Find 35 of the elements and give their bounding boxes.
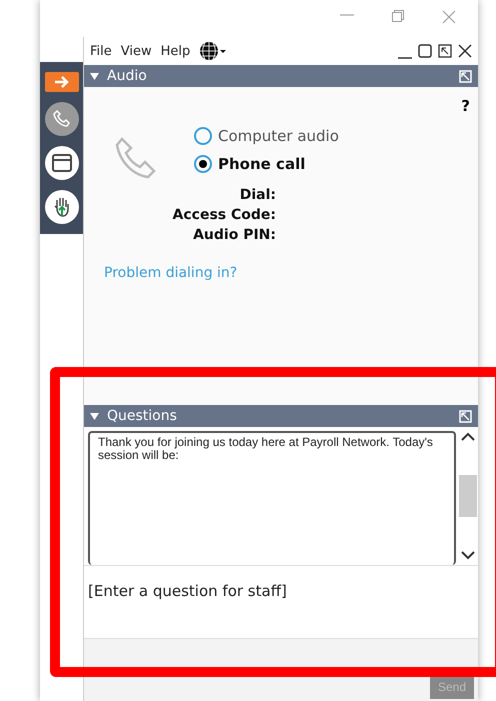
help-icon[interactable]: ? — [461, 97, 470, 115]
field-label: Audio PIN: — [193, 227, 276, 243]
radio-button[interactable] — [194, 127, 212, 145]
phone-icon — [52, 109, 72, 129]
hand-icon — [52, 196, 72, 218]
scroll-down-icon[interactable] — [460, 551, 476, 561]
panel-title: Audio — [107, 68, 147, 84]
menu-item[interactable]: View — [120, 44, 152, 58]
arrow-icon — [54, 76, 70, 88]
radio-label: Computer audio — [218, 127, 339, 145]
panel-header[interactable]: Questions — [84, 405, 478, 427]
undock-icon[interactable] — [438, 44, 452, 58]
radio-button[interactable] — [194, 155, 212, 173]
collapse-caret-icon[interactable] — [90, 72, 99, 80]
globe-dropdown-icon[interactable] — [199, 41, 228, 61]
close-icon[interactable] — [458, 44, 472, 58]
menu-item[interactable]: Help — [160, 44, 190, 58]
radio-label: Phone call — [218, 155, 306, 173]
radio-option[interactable]: Phone call — [194, 155, 478, 173]
menu-item[interactable]: File — [90, 44, 112, 58]
sidebar-button[interactable] — [44, 102, 78, 136]
maximize-icon[interactable] — [418, 44, 432, 58]
sidebar-button[interactable] — [44, 190, 78, 224]
scrollbar-thumb[interactable] — [459, 475, 477, 517]
field-label: Dial: — [240, 187, 276, 203]
panel-header[interactable]: Audio — [84, 65, 478, 87]
sidebar-button[interactable] — [44, 146, 78, 180]
radio-option[interactable]: Computer audio — [194, 127, 478, 145]
scroll-up-icon[interactable] — [460, 431, 476, 441]
question-input[interactable]: [Enter a question for staff] — [84, 565, 478, 638]
collapse-caret-icon[interactable] — [90, 412, 99, 420]
restore-icon[interactable] — [392, 10, 404, 22]
field-label: Access Code: — [172, 207, 276, 223]
window-icon — [52, 154, 72, 172]
panel-title: Questions — [107, 408, 177, 424]
